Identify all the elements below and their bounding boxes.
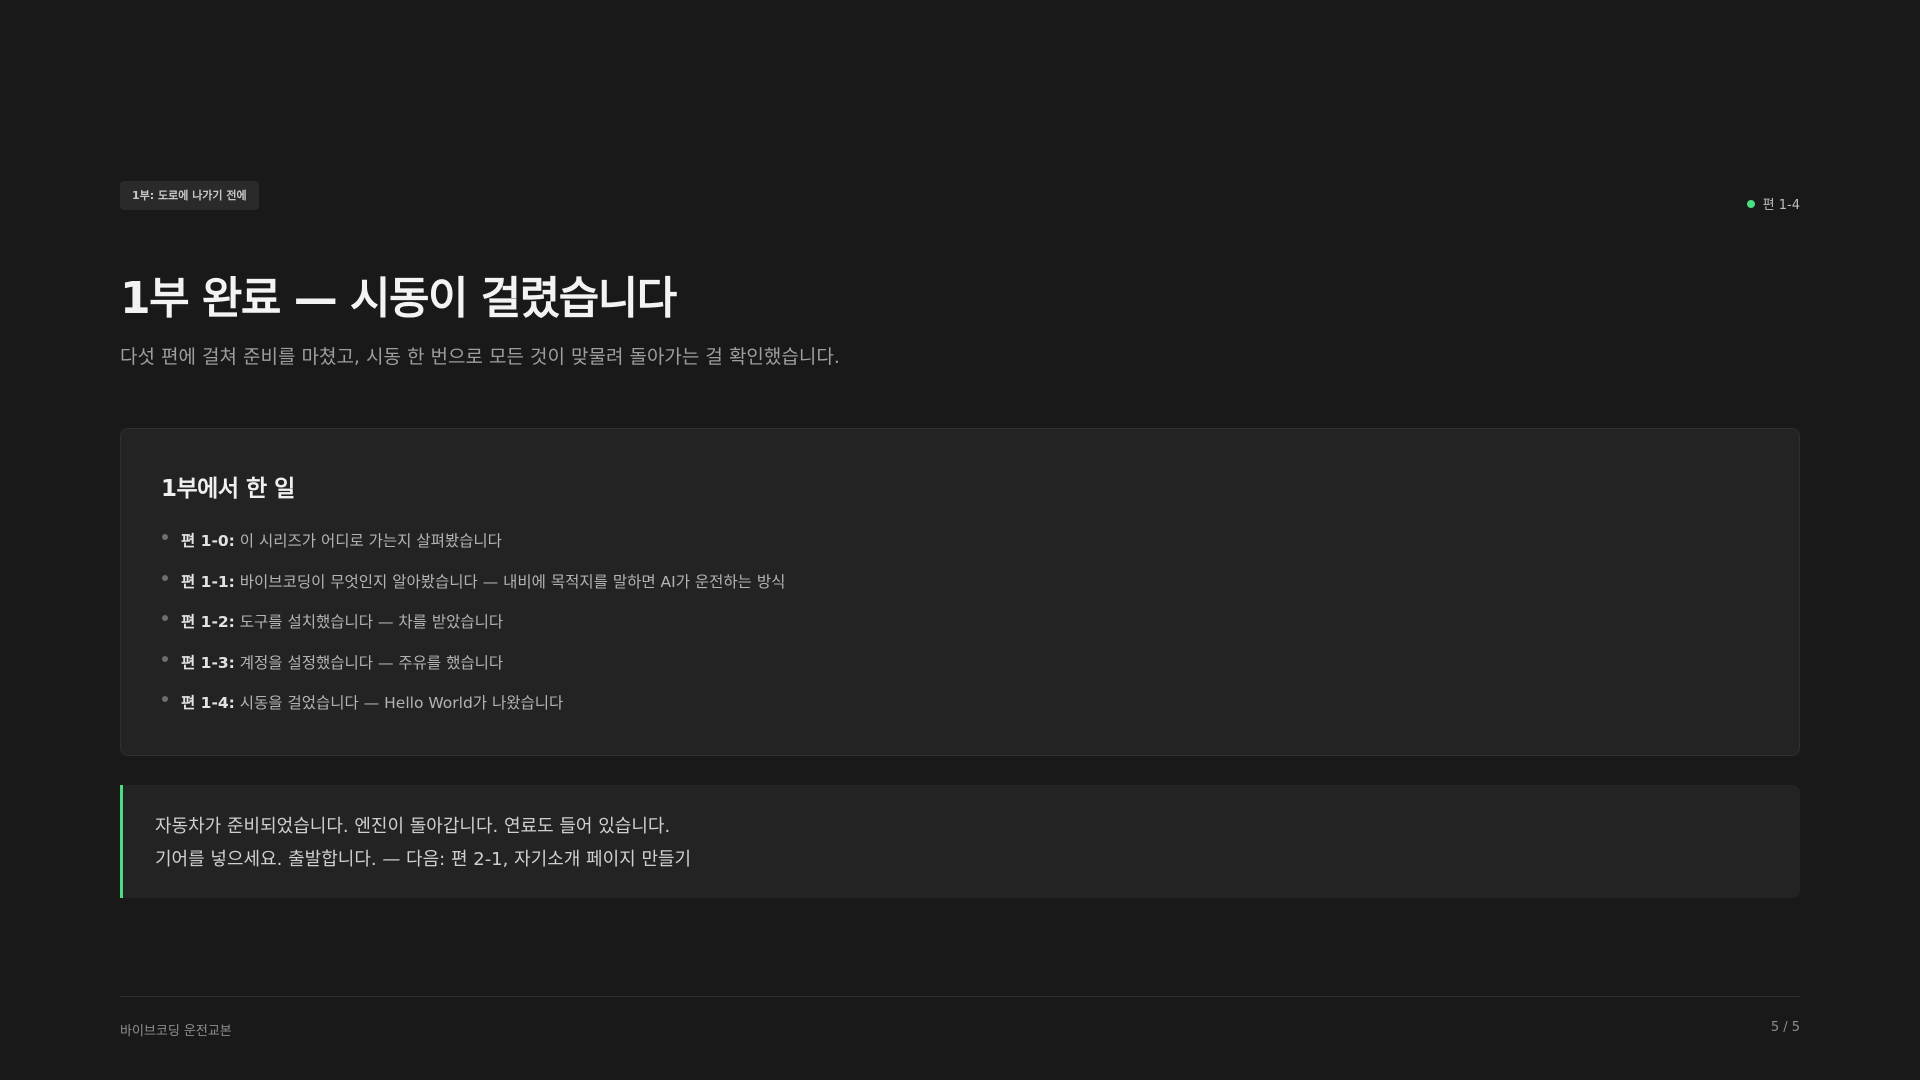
page-title: 1부 완료 — 시동이 걸렸습니다 (120, 273, 677, 324)
bullet-icon (162, 534, 168, 540)
episode-indicator: 편 1-4 (1746, 194, 1800, 213)
episode-text: 이 시리즈가 어디로 가는지 살펴봤습니다 (234, 532, 502, 550)
bullet-icon (162, 696, 168, 702)
callout-line-1: 자동차가 준비되었습니다. 엔진이 돌아갑니다. 연료도 들어 있습니다. (155, 816, 671, 837)
episode-text: 바이브코딩이 무엇인지 알아봤습니다 — 내비에 목적지를 말하면 AI가 운전… (234, 572, 786, 591)
summary-card-heading: 1부에서 한 일 (161, 476, 295, 502)
list-item: 편 1-4: 시동을 걸었습니다 — Hello World가 나왔습니다 (161, 683, 1759, 724)
list-item: 편 1-3: 계정을 설정했습니다 — 주유를 했습니다 (161, 643, 1759, 684)
footer-divider (120, 996, 1800, 997)
next-step-callout: 자동차가 준비되었습니다. 엔진이 돌아갑니다. 연료도 들어 있습니다. 기어… (120, 785, 1800, 898)
episode-indicator-label: 편 1-4 (1762, 198, 1800, 213)
episode-text: 계정을 설정했습니다 — 주유를 했습니다 (234, 653, 504, 672)
list-item: 편 1-1: 바이브코딩이 무엇인지 알아봤습니다 — 내비에 목적지를 말하면… (161, 562, 1759, 603)
episode-text: 도구를 설치했습니다 — 차를 받았습니다 (234, 613, 504, 631)
episode-text: 시동을 걸었습니다 — Hello World가 나왔습니다 (234, 694, 564, 712)
page-subtitle: 다섯 편에 걸쳐 준비를 마쳤고, 시동 한 번으로 모든 것이 맞물려 돌아가… (120, 346, 840, 368)
status-dot-icon (1746, 199, 1755, 208)
list-item: 편 1-2: 도구를 설치했습니다 — 차를 받았습니다 (161, 602, 1759, 643)
episode-code: 편 1-1: (181, 572, 235, 591)
bullet-icon (162, 574, 168, 581)
summary-card: 1부에서 한 일 편 1-0: 이 시리즈가 어디로 가는지 살펴봤습니다 편 … (120, 428, 1800, 756)
bullet-icon (162, 615, 168, 621)
episode-code: 편 1-4: (181, 694, 235, 712)
bullet-icon (162, 655, 168, 662)
section-tag: 1부: 도로에 나가기 전에 (120, 181, 259, 210)
episode-code: 편 1-3: (181, 653, 235, 672)
page-number: 5 / 5 (1770, 1020, 1800, 1035)
episode-code: 편 1-0: (181, 532, 235, 550)
callout-line-2: 기어를 넣으세요. 출발합니다. — 다음: 편 2-1, 자기소개 페이지 만… (155, 849, 692, 870)
slide: 1부: 도로에 나가기 전에 편 1-4 1부 완료 — 시동이 걸렸습니다 다… (0, 0, 1920, 1080)
list-item: 편 1-0: 이 시리즈가 어디로 가는지 살펴봤습니다 (161, 521, 1759, 562)
episode-list: 편 1-0: 이 시리즈가 어디로 가는지 살펴봤습니다 편 1-1: 바이브코… (161, 521, 1759, 724)
footer-course-title: 바이브코딩 운전교본 (120, 1024, 232, 1039)
episode-code: 편 1-2: (181, 613, 235, 631)
